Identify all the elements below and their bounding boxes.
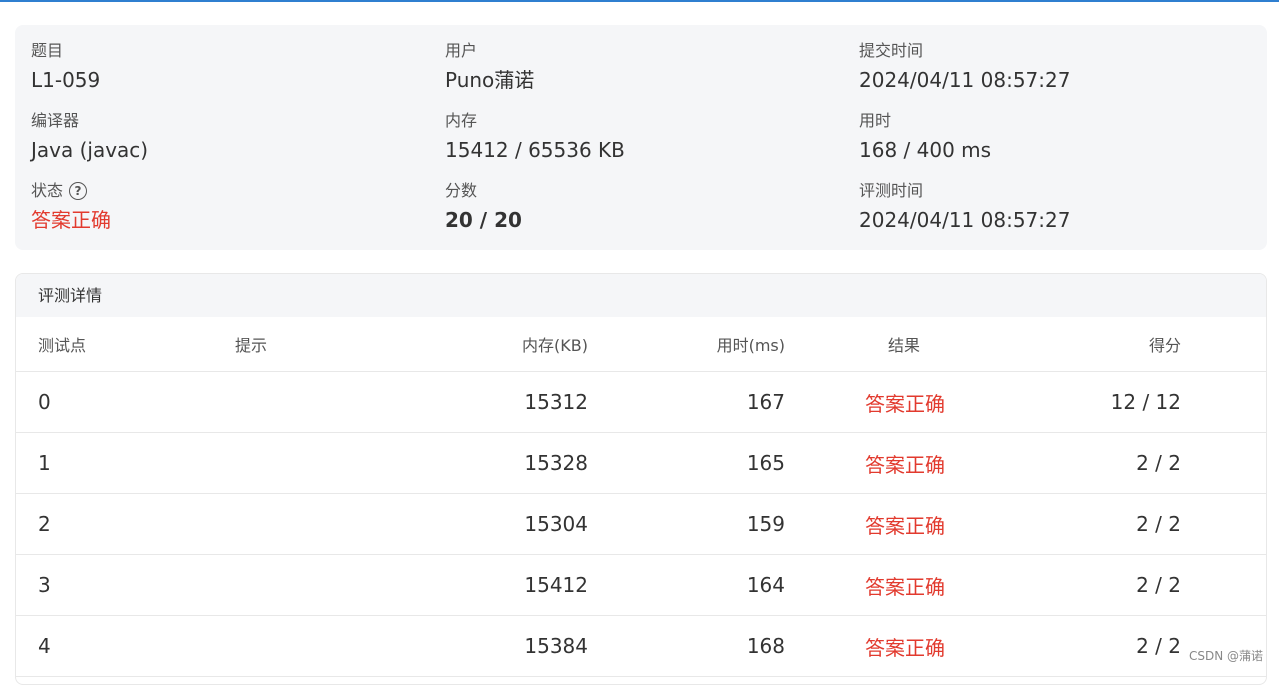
time-value: 168 / 400 ms bbox=[859, 135, 1239, 165]
judge-time-value: 2024/04/11 08:57:27 bbox=[859, 205, 1239, 235]
testcase-time: 165 bbox=[747, 433, 785, 493]
status-field: 状态 ? 答案正确 bbox=[31, 180, 411, 235]
problem-value[interactable]: L1-059 bbox=[31, 65, 411, 95]
submission-summary-panel: 题目 L1-059 用户 Puno蒲诺 提交时间 2024/04/11 08:5… bbox=[15, 25, 1267, 250]
testcase-result: 答案正确 bbox=[865, 494, 945, 554]
col-header-testcase: 测试点 bbox=[38, 317, 86, 371]
status-label: 状态 bbox=[31, 180, 63, 202]
score-value: 20 / 20 bbox=[445, 205, 825, 235]
user-field: 用户 Puno蒲诺 bbox=[445, 40, 825, 95]
problem-label: 题目 bbox=[31, 40, 411, 62]
col-header-result: 结果 bbox=[888, 317, 920, 371]
testcase-memory: 15384 bbox=[524, 616, 588, 676]
testcase-id: 0 bbox=[38, 372, 51, 432]
testcase-score: 2 / 2 bbox=[1136, 494, 1181, 554]
table-row: 1 15328 165 答案正确 2 / 2 bbox=[16, 433, 1266, 494]
table-header-row: 测试点 提示 内存(KB) 用时(ms) 结果 得分 bbox=[16, 317, 1266, 372]
testcase-id: 3 bbox=[38, 555, 51, 615]
table-row: 0 15312 167 答案正确 12 / 12 bbox=[16, 372, 1266, 433]
judge-details-panel: 评测详情 测试点 提示 内存(KB) 用时(ms) 结果 得分 0 15312 … bbox=[15, 273, 1267, 685]
submit-time-value: 2024/04/11 08:57:27 bbox=[859, 65, 1239, 95]
compiler-label: 编译器 bbox=[31, 110, 411, 132]
compiler-field: 编译器 Java (javac) bbox=[31, 110, 411, 165]
col-header-score: 得分 bbox=[1149, 317, 1181, 371]
submit-time-field: 提交时间 2024/04/11 08:57:27 bbox=[859, 40, 1239, 95]
testcase-result: 答案正确 bbox=[865, 433, 945, 493]
memory-field: 内存 15412 / 65536 KB bbox=[445, 110, 825, 165]
details-title: 评测详情 bbox=[16, 274, 1266, 317]
testcase-score: 2 / 2 bbox=[1136, 555, 1181, 615]
compiler-value: Java (javac) bbox=[31, 135, 411, 165]
status-value: 答案正确 bbox=[31, 205, 411, 235]
score-label: 分数 bbox=[445, 180, 825, 202]
testcase-id: 2 bbox=[38, 494, 51, 554]
memory-label: 内存 bbox=[445, 110, 825, 132]
score-field: 分数 20 / 20 bbox=[445, 180, 825, 235]
top-accent-line bbox=[0, 0, 1279, 2]
memory-value: 15412 / 65536 KB bbox=[445, 135, 825, 165]
submit-time-label: 提交时间 bbox=[859, 40, 1239, 62]
testcase-time: 159 bbox=[747, 494, 785, 554]
col-header-time: 用时(ms) bbox=[717, 317, 785, 371]
testcase-memory: 15328 bbox=[524, 433, 588, 493]
col-header-hint: 提示 bbox=[235, 317, 267, 371]
table-row: 4 15384 168 答案正确 2 / 2 bbox=[16, 616, 1266, 677]
testcase-id: 1 bbox=[38, 433, 51, 493]
time-label: 用时 bbox=[859, 110, 1239, 132]
user-value[interactable]: Puno蒲诺 bbox=[445, 65, 825, 95]
testcase-memory: 15412 bbox=[524, 555, 588, 615]
question-circle-icon[interactable]: ? bbox=[69, 182, 87, 200]
testcase-result: 答案正确 bbox=[865, 616, 945, 676]
testcase-score: 2 / 2 bbox=[1136, 433, 1181, 493]
table-row: 2 15304 159 答案正确 2 / 2 bbox=[16, 494, 1266, 555]
testcase-result: 答案正确 bbox=[865, 555, 945, 615]
problem-field: 题目 L1-059 bbox=[31, 40, 411, 95]
user-label: 用户 bbox=[445, 40, 825, 62]
col-header-memory: 内存(KB) bbox=[522, 317, 588, 371]
testcase-memory: 15304 bbox=[524, 494, 588, 554]
status-label-row: 状态 ? bbox=[31, 180, 411, 202]
table-row: 3 15412 164 答案正确 2 / 2 bbox=[16, 555, 1266, 616]
judge-time-label: 评测时间 bbox=[859, 180, 1239, 202]
watermark: CSDN @蒲诺 bbox=[1189, 647, 1263, 664]
testcase-time: 168 bbox=[747, 616, 785, 676]
testcase-time: 167 bbox=[747, 372, 785, 432]
judge-time-field: 评测时间 2024/04/11 08:57:27 bbox=[859, 180, 1239, 235]
testcase-score: 12 / 12 bbox=[1111, 372, 1181, 432]
testcase-score: 2 / 2 bbox=[1136, 616, 1181, 676]
testcase-time: 164 bbox=[747, 555, 785, 615]
time-field: 用时 168 / 400 ms bbox=[859, 110, 1239, 165]
testcase-id: 4 bbox=[38, 616, 51, 676]
testcase-result: 答案正确 bbox=[865, 372, 945, 432]
testcase-memory: 15312 bbox=[524, 372, 588, 432]
